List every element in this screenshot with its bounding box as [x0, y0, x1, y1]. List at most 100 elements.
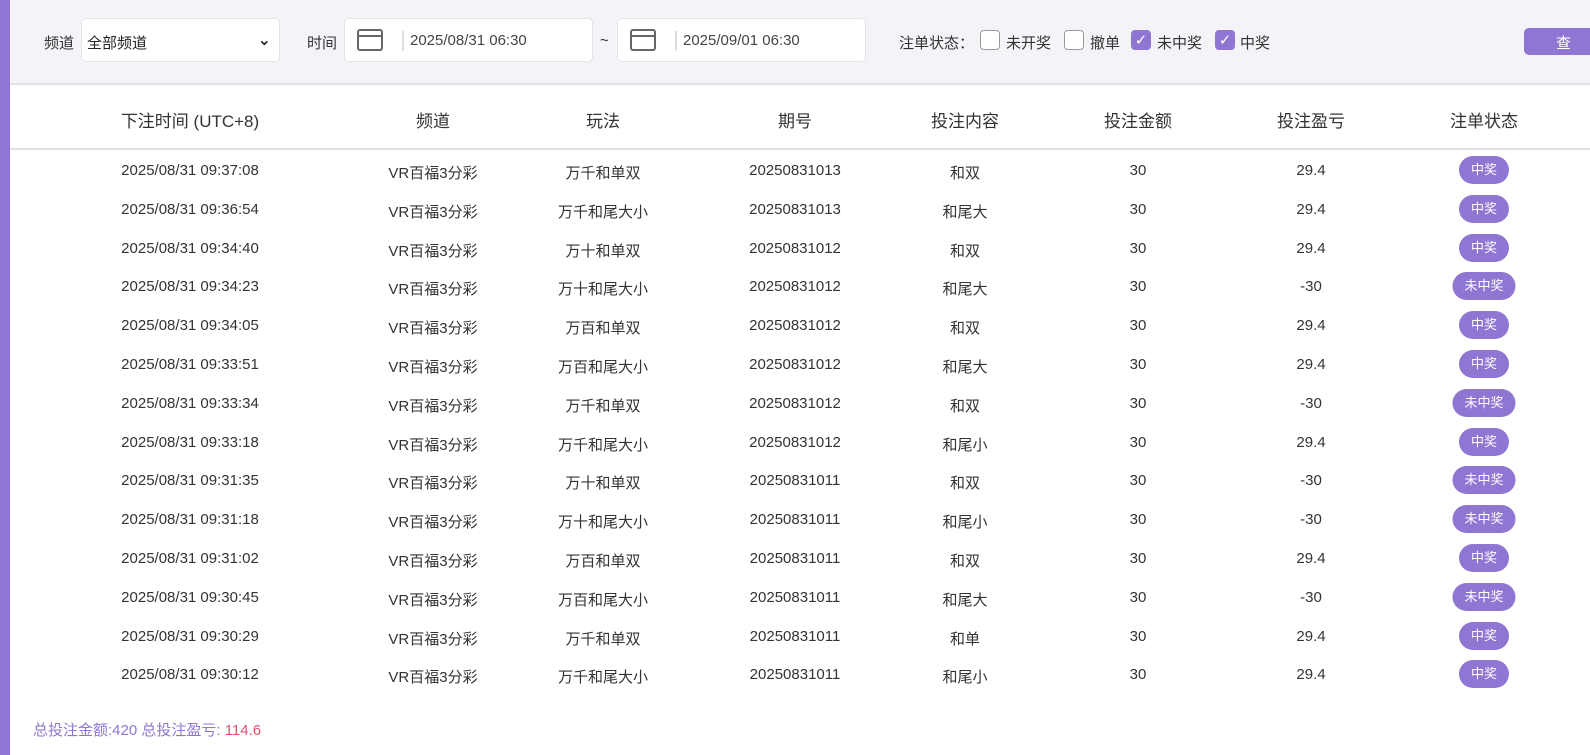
status-badge: 未中奖	[1452, 582, 1516, 611]
cell-channel: VR百福3分彩	[388, 203, 478, 221]
cell-issue-number: 20250831013	[749, 162, 841, 179]
table-row: 2025/08/31 09:30:29 VR百福3分彩 万千和单双 202508310…	[10, 617, 1590, 656]
cell-channel: VR百福3分彩	[388, 475, 478, 493]
cell-bet-time: 2025/08/31 09:30:12	[121, 666, 259, 684]
cell-issue-number: 20250831011	[749, 550, 841, 567]
channel-label: 频道	[44, 35, 75, 52]
cell-bet-content: 和双	[949, 475, 981, 493]
status-badge: 中奖	[1458, 660, 1510, 689]
cell-channel: VR百福3分彩	[388, 320, 478, 338]
status-badge: 中奖	[1458, 427, 1510, 456]
cell-profit-loss: 29.4	[1296, 666, 1326, 684]
cell-play-type: 万百和尾大小	[557, 591, 649, 609]
status-badge: 未中奖	[1452, 272, 1516, 301]
cell-channel: VR百福3分彩	[388, 553, 478, 570]
cell-bet-amount: 30	[1129, 317, 1147, 335]
cell-channel: VR百福3分彩	[388, 669, 478, 687]
status-label: 注单状态：	[899, 35, 975, 52]
cell-play-type: 万百和单双	[565, 553, 641, 570]
cell-channel: VR百福3分彩	[388, 281, 478, 299]
cell-bet-time: 2025/08/31 09:30:45	[121, 588, 259, 606]
header-bet-amount: 投注金额	[1104, 112, 1172, 131]
cell-issue-number: 20250831011	[749, 627, 841, 645]
cell-issue-number: 20250831011	[749, 472, 841, 490]
cell-profit-loss: -30	[1300, 278, 1322, 296]
cell-profit-loss: 29.4	[1296, 200, 1326, 218]
table-row: 2025/08/31 09:31:18 VR百福3分彩 万十和尾大小 20250831…	[10, 500, 1590, 539]
cell-issue-number: 20250831012	[749, 278, 841, 296]
header-channel: 频道	[416, 112, 450, 131]
date-to-input[interactable]: 2025/09/01 06:30	[617, 18, 866, 62]
checkbox-lost[interactable]: ✓	[1131, 30, 1151, 50]
cell-bet-content: 和单	[949, 630, 981, 648]
cell-channel: VR百福3分彩	[388, 630, 478, 648]
status-badge: 中奖	[1458, 194, 1510, 223]
status-badge: 中奖	[1458, 156, 1510, 184]
sidebar-edge	[0, 0, 10, 755]
channel-select[interactable]: 全部频道 ⌄	[81, 18, 280, 62]
calendar-icon	[630, 29, 656, 51]
cell-channel: VR百福3分彩	[388, 242, 478, 260]
table-row: 2025/08/31 09:30:12 VR百福3分彩 万千和尾大小 20250831…	[10, 655, 1590, 694]
cell-play-type: 万十和单双	[565, 242, 641, 260]
table-row: 2025/08/31 09:34:05 VR百福3分彩 万百和单双 202508310…	[10, 306, 1590, 345]
cell-bet-content: 和尾大	[942, 359, 988, 376]
cell-bet-content: 和双	[949, 165, 981, 182]
cell-bet-amount: 30	[1129, 511, 1147, 529]
cell-bet-content: 和双	[949, 320, 981, 338]
cell-bet-time: 2025/08/31 09:33:51	[121, 356, 259, 373]
cell-bet-content: 和尾小	[942, 436, 988, 454]
cell-profit-loss: -30	[1300, 472, 1322, 490]
cell-bet-time: 2025/08/31 09:36:54	[121, 200, 259, 218]
cell-issue-number: 20250831012	[749, 317, 841, 335]
cell-play-type: 万十和尾大小	[557, 514, 649, 532]
calendar-icon	[357, 29, 383, 51]
cell-bet-time: 2025/08/31 09:37:08	[121, 162, 259, 179]
header-issue-number: 期号	[778, 112, 812, 131]
cell-bet-content: 和双	[949, 242, 981, 260]
time-label: 时间	[307, 35, 338, 52]
cell-profit-loss: 29.4	[1296, 239, 1326, 257]
cell-play-type: 万十和尾大小	[557, 281, 649, 299]
status-badge: 中奖	[1458, 233, 1510, 262]
cell-issue-number: 20250831012	[749, 239, 841, 257]
cell-issue-number: 20250831011	[749, 588, 841, 606]
status-badge: 中奖	[1458, 350, 1510, 378]
cell-bet-time: 2025/08/31 09:34:05	[121, 317, 259, 335]
header-bet-content: 投注内容	[931, 112, 999, 131]
cell-bet-time: 2025/08/31 09:33:34	[121, 394, 259, 412]
cell-play-type: 万千和单双	[565, 397, 641, 415]
chevron-down-icon: ⌄	[257, 32, 271, 49]
cell-bet-amount: 30	[1129, 550, 1147, 567]
checkbox-won[interactable]: ✓	[1215, 30, 1235, 50]
cell-bet-content: 和尾大	[942, 591, 988, 609]
cell-bet-amount: 30	[1129, 394, 1147, 412]
cell-profit-loss: 29.4	[1296, 317, 1326, 335]
checkbox-cancelled[interactable]	[1064, 30, 1084, 50]
status-badge: 中奖	[1458, 544, 1510, 572]
cell-profit-loss: 29.4	[1296, 550, 1326, 567]
cell-issue-number: 20250831012	[749, 433, 841, 451]
cell-bet-amount: 30	[1129, 666, 1147, 684]
cell-bet-time: 2025/08/31 09:31:35	[121, 472, 259, 490]
status-badge: 未中奖	[1452, 466, 1516, 495]
cell-bet-content: 和尾小	[942, 514, 988, 532]
checkbox-unsettled[interactable]	[980, 30, 1000, 50]
cell-play-type: 万百和单双	[565, 320, 641, 338]
header-profit-loss: 投注盈亏	[1277, 112, 1345, 131]
table-header: 下注时间 (UTC+8) 频道 玩法 期号 投注内容 投注金额 投注盈亏 注单状态	[10, 87, 1590, 150]
cell-bet-time: 2025/08/31 09:34:23	[121, 278, 259, 296]
range-separator: ~	[600, 32, 609, 49]
table-row: 2025/08/31 09:34:23 VR百福3分彩 万十和尾大小 20250831…	[10, 267, 1590, 306]
date-from-input[interactable]: 2025/08/31 06:30	[344, 18, 593, 62]
cell-issue-number: 20250831013	[749, 200, 841, 218]
checkbox-label: 未中奖	[1157, 35, 1203, 52]
cell-bet-amount: 30	[1129, 239, 1147, 257]
cell-bet-amount: 30	[1129, 472, 1147, 490]
cell-issue-number: 20250831011	[749, 511, 841, 529]
query-button[interactable]: 查	[1524, 28, 1590, 55]
cell-bet-time: 2025/08/31 09:33:18	[121, 433, 259, 451]
cell-bet-time: 2025/08/31 09:30:29	[121, 627, 259, 645]
cell-bet-time: 2025/08/31 09:31:02	[121, 550, 259, 567]
cell-play-type: 万百和尾大小	[557, 359, 649, 376]
